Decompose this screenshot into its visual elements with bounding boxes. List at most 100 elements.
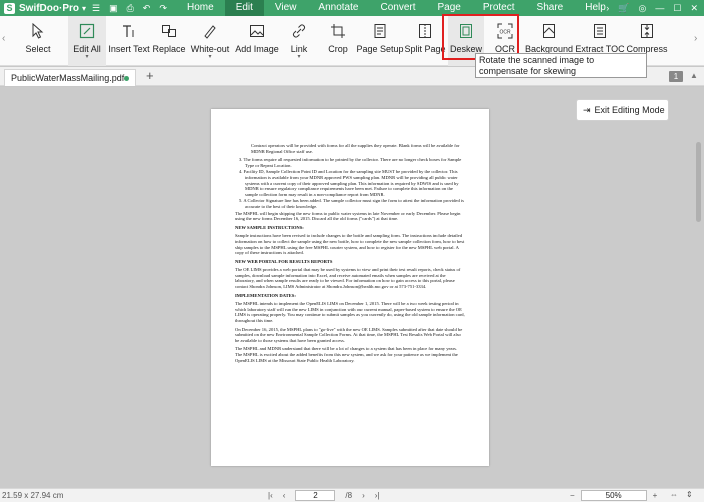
app-name: SwifDoo <box>19 2 59 14</box>
whiteout-button[interactable]: White-out ▾ <box>190 16 230 66</box>
zoom-controls: − 50% + <box>570 490 657 501</box>
link-label: Link <box>290 44 308 54</box>
menu-share[interactable]: Share <box>526 0 575 16</box>
undo-icon[interactable]: ↶ <box>143 0 151 16</box>
redo-icon[interactable]: ↷ <box>159 0 167 16</box>
doc-numbered-item: 5. A Collector Signature line has been a… <box>239 198 464 209</box>
vertical-scrollbar[interactable] <box>695 90 702 478</box>
quick-access: ☰ ▣ ⎙ ↶ ↷ <box>92 0 167 16</box>
replace-icon <box>160 22 178 40</box>
crop-label: Crop <box>328 44 348 54</box>
compress-icon <box>638 22 656 40</box>
add-image-button[interactable]: Add Image <box>235 16 279 66</box>
deskew-tooltip: Rotate the scanned image to compensate f… <box>475 53 647 78</box>
menu-convert[interactable]: Convert <box>369 0 426 16</box>
status-bar: 21.59 x 27.94 cm |‹ ‹ 2 /8 › ›| − 50% + … <box>0 488 704 502</box>
print-icon[interactable]: ⎙ <box>127 0 134 16</box>
doc-numbered-item: 4. Facility ID, Sample Collection Point … <box>239 169 459 197</box>
maximize-icon[interactable]: ☐ <box>673 0 681 16</box>
minimize-icon[interactable]: — <box>655 0 664 16</box>
account-icon[interactable]: ◎ <box>639 0 647 16</box>
insert-text-label: Insert Text <box>108 44 150 54</box>
whiteout-icon <box>201 22 219 40</box>
link-button[interactable]: Link ▾ <box>286 16 312 66</box>
first-page-icon[interactable]: |‹ <box>268 491 273 500</box>
document-tab[interactable]: PublicWaterMassMailing.pdf <box>4 69 136 86</box>
main-menu: Home Edit View Annotate Convert Page Pro… <box>176 0 617 16</box>
doc-paragraph: Sample instructions have been revised to… <box>235 233 465 256</box>
add-image-label: Add Image <box>235 44 279 54</box>
doc-paragraph: The OE LIMS provides a web portal that m… <box>235 267 461 290</box>
fit-controls: ⇔ ⇕ <box>670 490 693 499</box>
current-page-input[interactable]: 2 <box>295 490 336 501</box>
chevron-down-icon: ▾ <box>85 54 89 60</box>
chevron-down-icon: ▾ <box>82 3 87 13</box>
crop-button[interactable]: Crop <box>324 16 352 66</box>
whiteout-label: White-out <box>190 44 230 54</box>
link-icon <box>290 22 308 40</box>
last-page-icon[interactable]: ›| <box>375 491 380 500</box>
close-icon[interactable]: ✕ <box>690 0 698 16</box>
edit-all-label: Edit All <box>73 44 101 54</box>
page-setup-icon <box>371 22 389 40</box>
crop-icon <box>329 22 347 40</box>
image-icon <box>248 22 266 40</box>
unsaved-indicator <box>124 75 129 81</box>
doc-paragraph: On December 16, 2015, the MSPHL plans to… <box>235 326 463 343</box>
page-setup-button[interactable]: Page Setup <box>356 16 404 66</box>
zoom-level-select[interactable]: 50% <box>580 490 647 501</box>
ribbon-scroll-left-icon[interactable]: ‹ <box>2 33 5 44</box>
scrollbar-thumb[interactable] <box>696 142 701 222</box>
app-logo[interactable]: S SwifDoo · Pro ▾ <box>0 2 92 14</box>
prev-page-icon[interactable]: ‹ <box>283 491 286 500</box>
next-page-icon[interactable]: › <box>362 491 365 500</box>
chevron-down-icon: ▾ <box>208 54 212 60</box>
page-count-badge: 1 <box>669 71 683 82</box>
split-page-icon <box>416 22 434 40</box>
insert-text-button[interactable]: Insert Text <box>108 16 150 66</box>
edit-all-button[interactable]: Edit All ▾ <box>68 16 106 66</box>
doc-paragraph: The MSPHL and MDNR understand that there… <box>235 346 458 363</box>
scroll-up-icon[interactable]: ▲ <box>690 71 698 80</box>
exit-editing-label: Exit Editing Mode <box>594 105 665 115</box>
menu-view[interactable]: View <box>264 0 308 16</box>
insert-text-icon <box>120 22 138 40</box>
doc-paragraph: The MSPHL will begin shipping the new fo… <box>235 210 461 222</box>
window-controls: › 🛒 ◎ — ☐ ✕ <box>606 0 704 16</box>
save-icon[interactable]: ▣ <box>109 0 118 16</box>
cart-icon[interactable]: 🛒 <box>618 0 629 16</box>
page-dimensions: 21.59 x 27.94 cm <box>2 491 64 500</box>
menu-bar: S SwifDoo · Pro ▾ ☰ ▣ ⎙ ↶ ↷ Home Edit Vi… <box>0 0 704 16</box>
page-setup-label: Page Setup <box>356 44 404 54</box>
app-window: S SwifDoo · Pro ▾ ☰ ▣ ⎙ ↶ ↷ Home Edit Vi… <box>0 0 704 502</box>
fit-width-icon[interactable]: ⇔ <box>670 490 678 499</box>
menu-edit[interactable]: Edit <box>224 0 264 16</box>
doc-paragraph: Contract operators will be provided with… <box>251 143 460 154</box>
ribbon-scroll-right-icon[interactable]: › <box>694 33 697 44</box>
select-tool-label: Select <box>25 44 51 54</box>
replace-label: Replace <box>152 44 186 54</box>
zoom-out-icon[interactable]: − <box>570 491 575 500</box>
swifdoo-logo-icon: S <box>4 2 15 14</box>
exit-icon: ⇥ <box>583 104 591 115</box>
add-tab-button[interactable]: + <box>146 68 154 83</box>
menu-home[interactable]: Home <box>176 0 225 16</box>
split-page-button[interactable]: Split Page <box>404 16 446 66</box>
more-icon[interactable]: › <box>606 0 609 16</box>
pdf-page[interactable]: Contract operators will be provided with… <box>211 109 489 466</box>
zoom-in-icon[interactable]: + <box>653 491 658 500</box>
split-page-label: Split Page <box>404 44 446 54</box>
app-edition: Pro <box>62 2 80 14</box>
replace-button[interactable]: Replace <box>152 16 186 66</box>
menu-icon[interactable]: ☰ <box>92 0 100 16</box>
extract-toc-icon <box>591 22 609 40</box>
doc-numbered-item: 3. The forms require all requested infor… <box>239 157 462 168</box>
page-navigation: |‹ ‹ 2 /8 › ›| <box>268 490 380 501</box>
menu-annotate[interactable]: Annotate <box>307 0 369 16</box>
chevron-down-icon: ▾ <box>297 54 301 60</box>
doc-heading: NEW WEB PORTAL FOR RESULTS REPORTS <box>235 258 333 264</box>
background-icon <box>540 22 558 40</box>
fit-page-icon[interactable]: ⇕ <box>686 490 693 499</box>
select-tool-button[interactable]: Select <box>22 16 54 66</box>
exit-editing-mode-button[interactable]: ⇥ Exit Editing Mode <box>576 99 669 121</box>
